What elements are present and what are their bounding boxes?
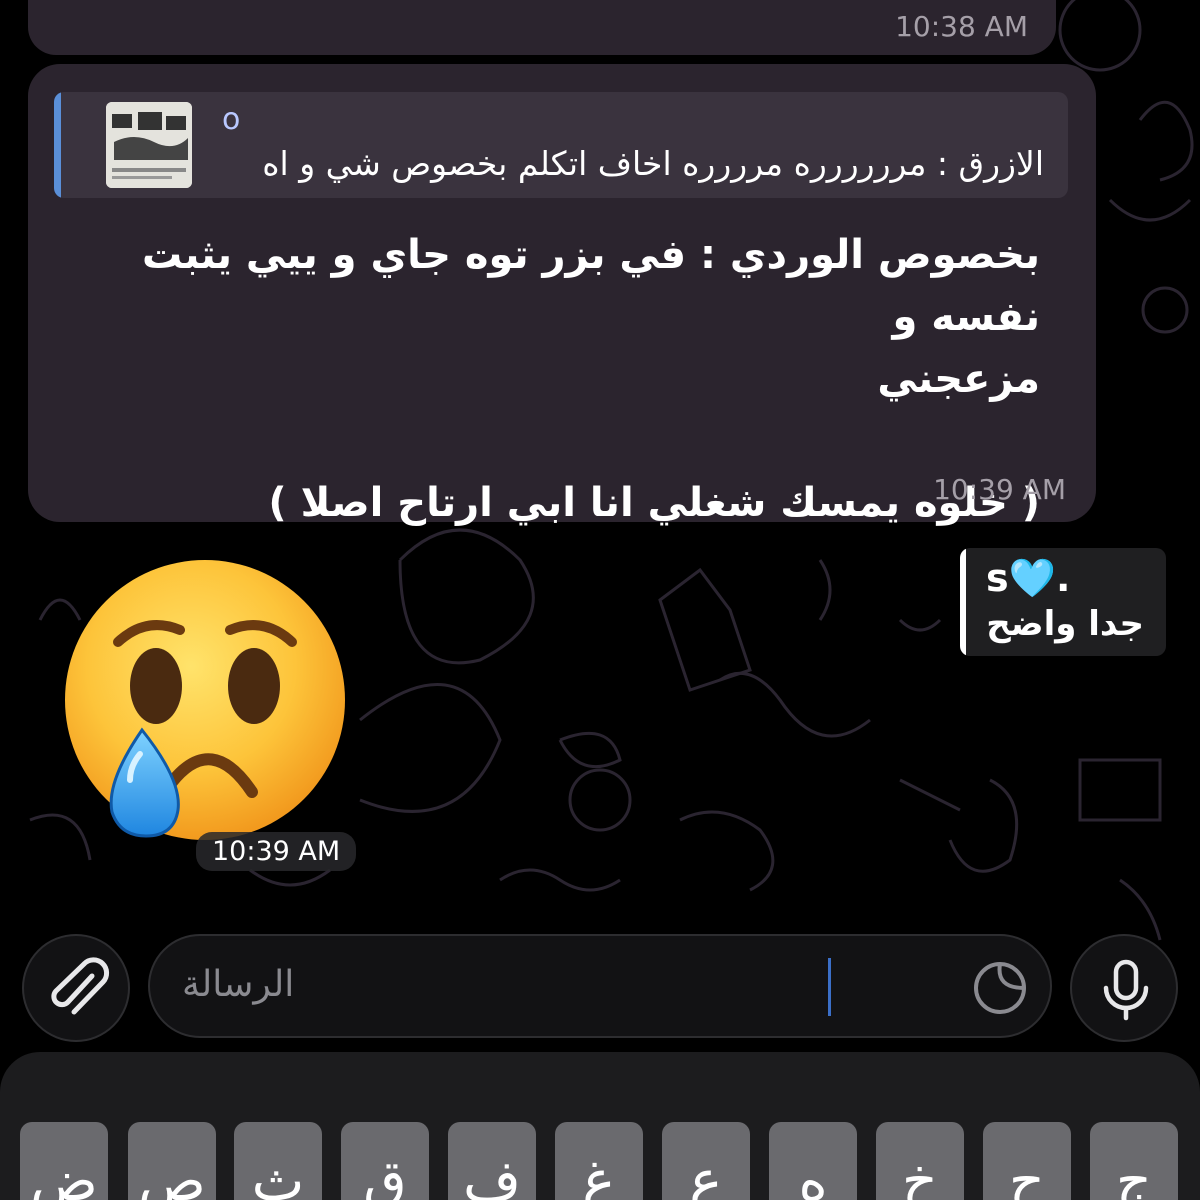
message-placeholder: الرسالة bbox=[182, 964, 295, 1005]
keyboard: ض ص ث ق ف غ ع ه خ ح ج bbox=[0, 1052, 1200, 1200]
message-input[interactable]: الرسالة bbox=[148, 934, 1052, 1038]
key[interactable]: ق bbox=[341, 1122, 429, 1200]
reply-text: الازرق : مرررررره مرررره اخاف اتكلم بخصو… bbox=[262, 144, 1044, 183]
outgoing-message-text: جدا واضح bbox=[986, 604, 1144, 644]
sender-accent-bar bbox=[960, 548, 966, 656]
reply-thumbnail-image bbox=[106, 102, 192, 188]
message-line: ( خلوه يمسك شغلي انا ابي ارتاح اصلا ) bbox=[268, 480, 1040, 526]
sticker-icon[interactable] bbox=[970, 958, 1030, 1018]
key[interactable]: ض bbox=[20, 1122, 108, 1200]
incoming-message-bubble[interactable]: o الازرق : مرررررره مرررره اخاف اتكلم بخ… bbox=[28, 64, 1096, 526]
attach-button[interactable] bbox=[22, 934, 130, 1042]
message-line: بخصوص الوردي : في بزر توه جاي و ييي يثبت… bbox=[141, 232, 1040, 340]
crying-face-icon[interactable] bbox=[60, 560, 350, 850]
paperclip-icon bbox=[51, 957, 110, 1015]
microphone-icon bbox=[1103, 959, 1149, 1021]
key[interactable]: ث bbox=[234, 1122, 322, 1200]
sender-name: s🩵. bbox=[986, 556, 1070, 601]
blue-heart-icon: 🩵 bbox=[1008, 556, 1056, 600]
key[interactable]: ه bbox=[769, 1122, 857, 1200]
key[interactable]: ج bbox=[1090, 1122, 1178, 1200]
reply-quote[interactable]: o الازرق : مرررررره مرررره اخاف اتكلم بخ… bbox=[54, 92, 1068, 198]
reply-sender-name: o bbox=[222, 102, 241, 137]
sender-initial: s bbox=[986, 556, 1009, 600]
message-composer: الرسالة bbox=[0, 920, 1200, 1042]
key[interactable]: ح bbox=[983, 1122, 1071, 1200]
key[interactable]: ع bbox=[662, 1122, 750, 1200]
sender-dot: . bbox=[1055, 556, 1071, 600]
message-text: بخصوص الوردي : في بزر توه جاي و ييي يثبت… bbox=[40, 224, 1040, 534]
key[interactable]: خ bbox=[876, 1122, 964, 1200]
outgoing-message-bubble[interactable]: s🩵. جدا واضح bbox=[960, 548, 1166, 656]
message-time: 10:39 AM bbox=[196, 832, 357, 871]
key[interactable]: ص bbox=[128, 1122, 216, 1200]
message-line: مزعجني bbox=[877, 356, 1040, 402]
voice-record-button[interactable] bbox=[1070, 934, 1178, 1042]
previous-message-bubble[interactable]: 10:38 AM bbox=[28, 0, 1056, 55]
key[interactable]: غ bbox=[555, 1122, 643, 1200]
text-cursor bbox=[828, 958, 831, 1016]
message-time: 10:39 AM bbox=[933, 473, 1066, 506]
key[interactable]: ف bbox=[448, 1122, 536, 1200]
reply-accent-bar bbox=[54, 92, 61, 198]
message-time: 10:38 AM bbox=[895, 10, 1028, 43]
